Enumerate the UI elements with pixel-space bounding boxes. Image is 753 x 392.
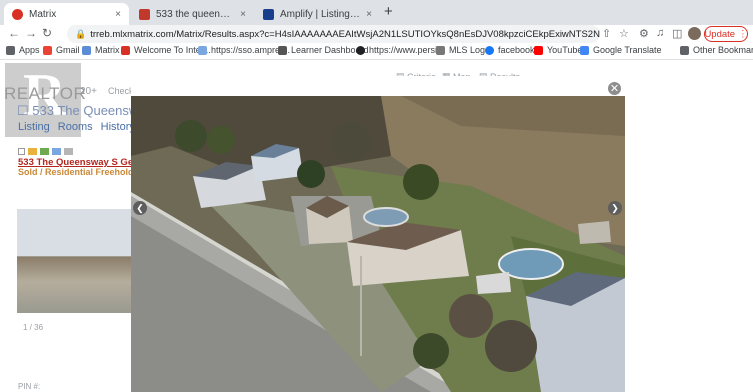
gmail-icon xyxy=(43,45,52,55)
close-icon[interactable]: × xyxy=(115,9,121,20)
bookmark-ampre[interactable]: https://sso.ampre.... xyxy=(198,45,290,55)
sidepanel-icon[interactable]: ◫ xyxy=(672,27,682,40)
bookmark-label: YouTube xyxy=(547,45,583,55)
bookmark-learner[interactable]: Learner Dashboard xyxy=(278,45,369,55)
print-icon[interactable] xyxy=(64,148,73,155)
back-arrow-icon[interactable]: ← xyxy=(8,26,20,40)
amplify-favicon-icon xyxy=(263,8,274,20)
matrix-favicon-icon xyxy=(12,8,23,20)
bookmark-label: Apps xyxy=(19,45,40,55)
update-label: Update xyxy=(704,28,736,40)
tab-rooms[interactable]: Rooms xyxy=(58,121,93,133)
next-photo-button[interactable]: ❯ xyxy=(608,201,622,215)
extensions-icon[interactable]: ⚙ xyxy=(639,27,649,40)
bookmark-label: Other Bookmarks xyxy=(693,45,753,55)
photo-counter: 1 / 36 xyxy=(23,323,44,332)
bookmarks-bar: Apps Gmail Matrix Welcome To Inter... ht… xyxy=(0,43,753,60)
bookmark-label: Gmail xyxy=(56,45,80,55)
bookmark-youtube[interactable]: YouTube xyxy=(534,45,582,55)
learner-icon xyxy=(278,45,287,55)
close-icon[interactable]: ✕ xyxy=(607,81,622,96)
browser-toolbar: ← → ↻ 🔒 trreb.mlxmatrix.com/Matrix/Resul… xyxy=(0,25,753,43)
bookmark-persi[interactable]: https://www.persi... xyxy=(356,45,445,55)
persi-icon xyxy=(356,45,365,55)
tab-history[interactable]: History xyxy=(101,121,135,133)
tab-title: Amplify | Listing Draft4457728 xyxy=(280,8,360,20)
map-pin-icon[interactable] xyxy=(40,148,49,155)
url-text: trreb.mlxmatrix.com/Matrix/Results.aspx?… xyxy=(90,28,600,40)
bookmark-facebook[interactable]: facebook xyxy=(485,45,535,55)
bookmark-label: MLS Logo xyxy=(449,45,491,55)
star-icon[interactable]: ☆ xyxy=(619,27,629,40)
realtor-watermark: REALTOR xyxy=(4,84,87,103)
tab-matrix[interactable]: Matrix × xyxy=(4,3,129,25)
previous-photo-button[interactable]: ❮ xyxy=(133,201,147,215)
info-icon[interactable] xyxy=(52,148,61,155)
tab-strip: Matrix × 533 the queensway , Basement × … xyxy=(0,0,753,25)
new-tab-button[interactable]: + xyxy=(384,3,393,20)
bookmark-label: https://www.persi... xyxy=(369,45,445,55)
listing-status: Sold / Residential Freehold / xyxy=(18,167,139,177)
reload-icon[interactable]: ↻ xyxy=(42,26,52,40)
tab-title: Matrix xyxy=(29,8,57,20)
address-bar[interactable]: 🔒 trreb.mlxmatrix.com/Matrix/Results.asp… xyxy=(67,25,600,43)
apps-grid-icon xyxy=(6,45,15,55)
update-button[interactable]: Update ⋮ xyxy=(704,26,748,42)
tab-title: 533 the queensway , Basement xyxy=(156,8,234,20)
tab-queensway[interactable]: 533 the queensway , Basement × xyxy=(131,3,254,25)
close-icon[interactable]: × xyxy=(366,9,372,20)
listing-photo-thumbnail[interactable] xyxy=(17,209,131,313)
tab-amplify[interactable]: Amplify | Listing Draft4457728 × xyxy=(255,3,380,25)
listing-action-icons xyxy=(18,148,73,155)
mls-icon xyxy=(436,45,445,55)
check-label: Check xyxy=(108,86,134,96)
listing-heading-text: 533 The Queensw xyxy=(32,103,139,118)
share-icon[interactable]: ⇧ xyxy=(602,27,611,40)
detail-tabs: Listing Rooms History F xyxy=(18,121,150,133)
tab-listing[interactable]: Listing xyxy=(18,121,50,133)
bookmark-label: Google Translate xyxy=(593,45,662,55)
listing-heading: ☐ 533 The Queensw xyxy=(17,103,138,119)
photo-lightbox xyxy=(131,96,625,392)
bookmark-label: Matrix xyxy=(95,45,120,55)
aerial-photo xyxy=(131,96,625,392)
bookmark-other[interactable]: Other Bookmarks xyxy=(680,45,753,55)
forward-arrow-icon[interactable]: → xyxy=(25,26,37,40)
chevron-left-icon: ❮ xyxy=(136,202,144,213)
translate-icon xyxy=(580,45,589,55)
select-checkbox-icon[interactable] xyxy=(18,148,25,155)
chevron-right-icon: ❯ xyxy=(611,202,619,213)
photo-icon[interactable] xyxy=(28,148,37,155)
bookmark-label: facebook xyxy=(498,45,535,55)
lock-icon: 🔒 xyxy=(75,28,87,39)
pin-label: PIN #: xyxy=(18,382,41,391)
media-icon[interactable]: ♫ xyxy=(656,27,664,39)
interboard-icon xyxy=(121,45,130,55)
bookmark-apps[interactable]: Apps xyxy=(6,45,40,55)
profile-avatar[interactable] xyxy=(688,27,701,40)
bookmark-mls[interactable]: MLS Logo xyxy=(436,45,490,55)
bookmark-translate[interactable]: Google Translate xyxy=(580,45,662,55)
ampre-icon xyxy=(198,45,207,55)
select-checkbox-icon[interactable]: ☐ xyxy=(17,103,32,118)
bookmark-matrix[interactable]: Matrix xyxy=(82,45,120,55)
listing-favicon-icon xyxy=(139,8,150,20)
more-icon: ⋮ xyxy=(738,28,748,40)
facebook-icon xyxy=(485,45,494,55)
bookmark-gmail[interactable]: Gmail xyxy=(43,45,80,55)
youtube-icon xyxy=(534,45,543,55)
close-icon[interactable]: × xyxy=(240,9,246,20)
matrix-icon xyxy=(82,45,91,55)
lightbox-header xyxy=(131,76,625,96)
folder-icon xyxy=(680,45,689,55)
